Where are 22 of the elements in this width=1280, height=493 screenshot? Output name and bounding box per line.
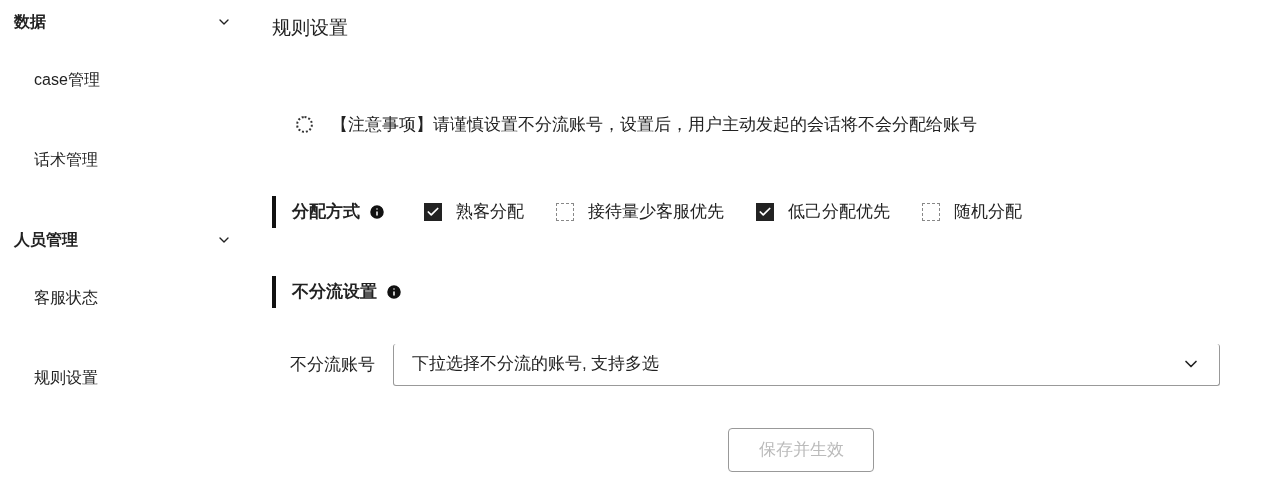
checkbox-option[interactable]: 随机分配	[922, 198, 1022, 225]
sidebar-item[interactable]: 客服状态	[0, 284, 250, 312]
field-label: 不分流账号	[290, 353, 375, 376]
checkbox[interactable]	[556, 202, 574, 221]
sidebar-group[interactable]: 人员管理	[0, 226, 250, 254]
info-icon	[385, 282, 403, 301]
sidebar-item[interactable]: 规则设置	[0, 364, 250, 392]
notice-icon	[296, 116, 313, 134]
checkbox-option[interactable]: 熟客分配	[424, 198, 524, 225]
info-icon	[368, 202, 386, 221]
notice-text: 【注意事项】请谨慎设置不分流账号，设置后，用户主动发起的会话将不会分配给账号	[331, 114, 977, 136]
checkbox[interactable]	[424, 202, 442, 221]
sidebar-group[interactable]: 数据	[0, 8, 250, 36]
checkbox[interactable]	[922, 202, 940, 221]
page-title: 规则设置	[272, 16, 349, 40]
sidebar-item[interactable]: 话术管理	[0, 146, 250, 174]
section-title: 不分流设置	[292, 280, 377, 303]
checkbox[interactable]	[756, 202, 774, 221]
checkbox-option[interactable]: 低己分配优先	[756, 198, 890, 225]
checkbox-option[interactable]: 接待量少客服优先	[556, 198, 724, 225]
section-title: 分配方式	[292, 200, 360, 223]
sidebar-item[interactable]: case管理	[0, 66, 250, 94]
